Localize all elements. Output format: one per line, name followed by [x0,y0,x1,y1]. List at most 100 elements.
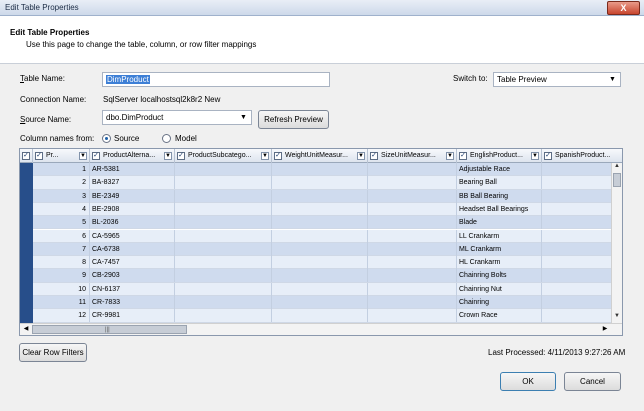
table-cell[interactable]: 4 [33,202,90,216]
table-cell[interactable]: 11 [33,296,90,309]
table-cell[interactable] [175,216,272,230]
table-row[interactable]: 11 CR-7833 Chainring [33,296,622,310]
table-cell[interactable]: Chainring [457,296,542,309]
scroll-left-icon[interactable]: ◀ [21,325,31,335]
table-cell[interactable] [272,296,368,309]
table-cell[interactable] [272,216,368,230]
table-cell[interactable]: 8 [33,256,90,270]
table-cell[interactable] [272,256,368,270]
table-cell[interactable]: Chainring Nut [457,282,542,296]
table-cell[interactable] [175,163,272,176]
table-cell[interactable] [368,282,457,296]
table-row[interactable]: 2 BA-8327 Bearing Ball [33,176,622,190]
table-cell[interactable]: CN-6137 [90,282,175,296]
column-header[interactable]: ✓ Pr... ▼ [33,149,90,163]
table-cell[interactable]: CA-7457 [90,256,175,270]
table-cell[interactable] [175,229,272,243]
source-name-dropdown[interactable]: dbo.DimProduct ▼ [102,110,252,125]
model-radio[interactable] [162,134,171,143]
table-cell[interactable]: BL-2036 [90,216,175,230]
table-cell[interactable] [175,309,272,323]
horizontal-scrollbar[interactable]: ◀ ||| ▶ [20,323,622,335]
dropdown-arrow-icon[interactable]: ▼ [79,152,87,160]
scroll-right-icon[interactable]: ▶ [600,325,610,335]
table-cell[interactable]: 2 [33,176,90,190]
table-cell[interactable]: 10 [33,282,90,296]
column-header[interactable]: ✓ ProductSubcatego... ▼ [175,149,272,163]
checkbox-icon[interactable]: ✓ [35,152,43,160]
clear-row-filters-button[interactable]: Clear Row Filters [19,343,87,362]
table-cell[interactable]: BE-2349 [90,189,175,203]
checkbox-icon[interactable]: ✓ [544,152,552,160]
table-cell[interactable] [175,176,272,190]
table-cell[interactable]: BA-8327 [90,176,175,190]
table-cell[interactable]: Adjustable Race [457,163,542,176]
checkbox-icon[interactable]: ✓ [92,152,100,160]
column-header[interactable]: ✓ EnglishProduct... ▼ [457,149,542,163]
dropdown-arrow-icon[interactable]: ▼ [164,152,172,160]
table-cell[interactable]: BB Ball Bearing [457,189,542,203]
dropdown-arrow-icon[interactable]: ▼ [446,152,454,160]
vertical-scrollbar[interactable]: ▲ ▼ [611,163,622,323]
table-name-field[interactable]: DimProduct [102,72,330,87]
table-row[interactable]: 6 CA-5965 LL Crankarm [33,229,622,243]
table-cell[interactable] [175,282,272,296]
table-row[interactable]: 3 BE-2349 BB Ball Bearing [33,189,622,203]
table-cell[interactable]: 12 [33,309,90,323]
table-cell[interactable]: BE-2908 [90,202,175,216]
checkbox-icon[interactable]: ✓ [274,152,282,160]
vertical-scroll-thumb[interactable] [613,173,621,187]
column-header[interactable]: ✓ SpanishProduct... [542,149,622,163]
table-cell[interactable]: Headset Ball Bearings [457,202,542,216]
table-cell[interactable] [175,269,272,283]
table-cell[interactable]: 7 [33,242,90,256]
table-cell[interactable]: Chainring Bolts [457,269,542,283]
table-cell[interactable] [272,189,368,203]
row-selector-column[interactable] [20,163,33,323]
table-cell[interactable]: CR-9981 [90,309,175,323]
table-cell[interactable]: Crown Race [457,309,542,323]
scroll-down-icon[interactable]: ▼ [612,313,622,323]
table-cell[interactable]: AR-5381 [90,163,175,176]
table-row[interactable]: 4 BE-2908 Headset Ball Bearings [33,202,622,217]
column-header[interactable]: ✓ WeightUnitMeasur... ▼ [272,149,368,163]
dropdown-arrow-icon[interactable]: ▼ [357,152,365,160]
table-cell[interactable] [175,256,272,270]
table-cell[interactable]: ML Crankarm [457,242,542,256]
table-cell[interactable]: 5 [33,216,90,230]
horizontal-scroll-thumb[interactable]: ||| [32,325,187,334]
cancel-button[interactable]: Cancel [564,372,621,391]
table-cell[interactable] [368,256,457,270]
table-cell[interactable]: 9 [33,269,90,283]
table-cell[interactable]: CB-2903 [90,269,175,283]
table-cell[interactable] [272,163,368,176]
table-cell[interactable] [368,229,457,243]
dropdown-arrow-icon[interactable]: ▼ [261,152,269,160]
table-cell[interactable] [272,229,368,243]
checkbox-icon[interactable]: ✓ [370,152,378,160]
source-radio[interactable] [102,134,111,143]
switch-to-dropdown[interactable]: Table Preview ▼ [493,72,621,87]
table-cell[interactable] [368,296,457,309]
table-cell[interactable] [368,309,457,323]
table-cell[interactable] [368,216,457,230]
table-cell[interactable]: LL Crankarm [457,229,542,243]
checkbox-icon[interactable]: ✓ [177,152,185,160]
column-header[interactable]: ✓ SizeUnitMeasur... ▼ [368,149,457,163]
table-cell[interactable]: Blade [457,216,542,230]
table-cell[interactable] [175,242,272,256]
table-row[interactable]: 10 CN-6137 Chainring Nut [33,282,622,296]
dropdown-arrow-icon[interactable]: ▼ [531,152,539,160]
ok-button[interactable]: OK [500,372,556,391]
table-row[interactable]: 8 CA-7457 HL Crankarm [33,256,622,270]
checkbox-icon[interactable]: ✓ [459,152,467,160]
table-cell[interactable] [175,202,272,216]
checkbox-icon[interactable]: ✓ [22,152,30,160]
table-cell[interactable]: CA-5965 [90,229,175,243]
table-cell[interactable] [272,309,368,323]
table-cell[interactable] [272,269,368,283]
table-cell[interactable] [272,242,368,256]
table-row[interactable]: 7 CA-6738 ML Crankarm [33,242,622,257]
table-cell[interactable]: CR-7833 [90,296,175,309]
table-cell[interactable]: Bearing Ball [457,176,542,190]
